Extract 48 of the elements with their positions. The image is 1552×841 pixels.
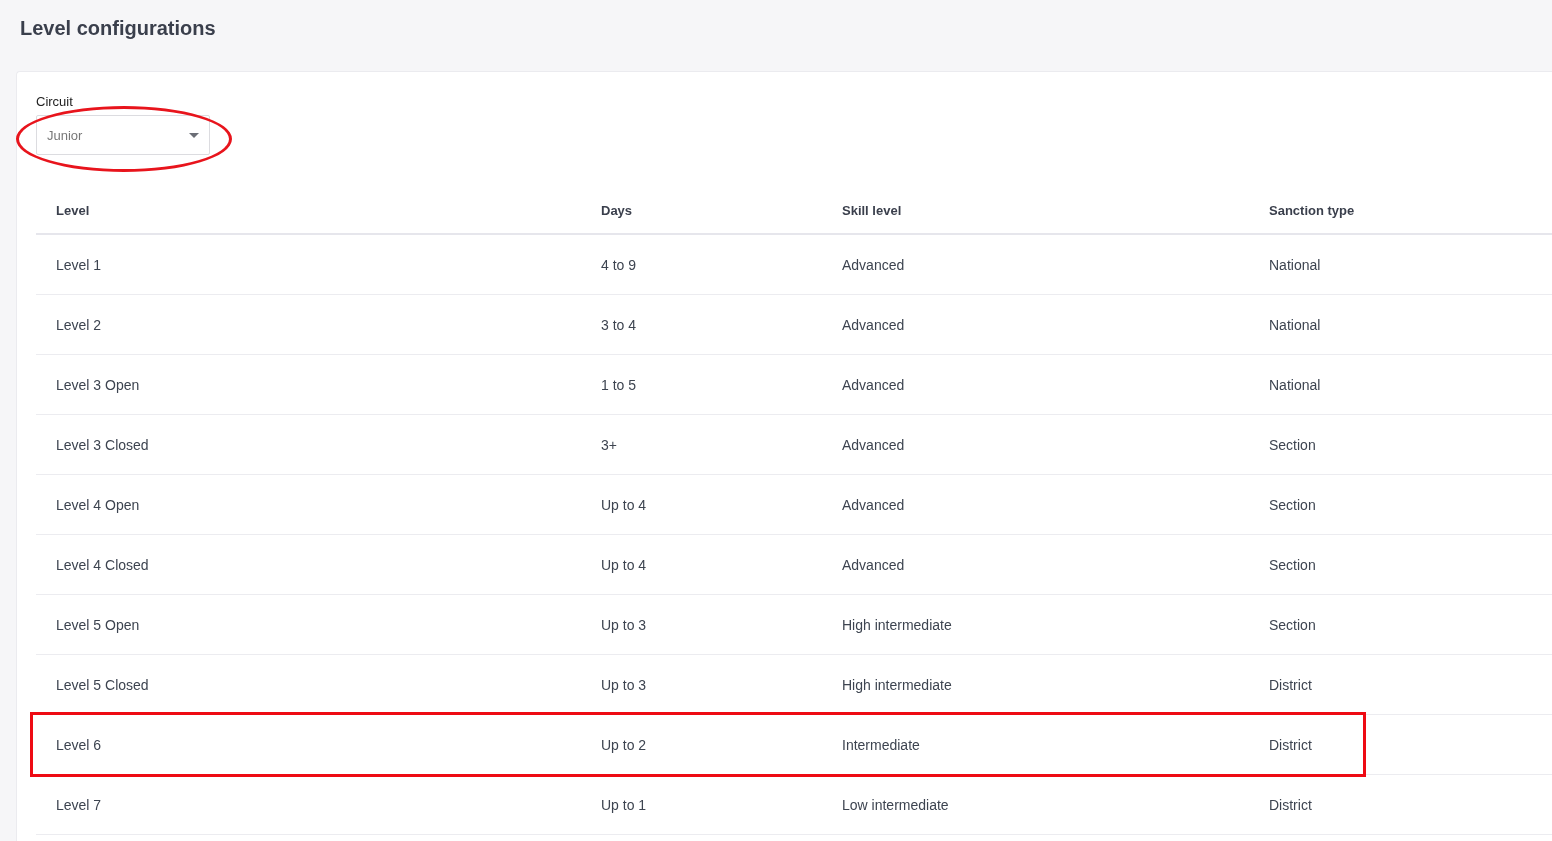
column-header: Days bbox=[600, 201, 634, 220]
field-label: Circuit bbox=[36, 94, 73, 109]
table-cell-text: Level 1 bbox=[55, 255, 103, 275]
table-cell-text: Advanced bbox=[841, 315, 906, 335]
table-cell-text: National bbox=[1268, 375, 1322, 395]
table-cell-text: Level 3 Open bbox=[55, 375, 141, 395]
table-cell-text: 1 to 5 bbox=[600, 375, 638, 395]
table-cell-text: Level 3 Closed bbox=[55, 435, 150, 455]
table-cell-text: Intermediate bbox=[841, 735, 921, 755]
table-cell-text: Level 2 bbox=[55, 315, 103, 335]
table-cell-text: Level 4 Closed bbox=[55, 555, 150, 575]
table-cell-text: Advanced bbox=[841, 555, 906, 575]
table-cell-text: Up to 4 bbox=[600, 495, 648, 515]
table-cell-text: District bbox=[1268, 675, 1313, 695]
circuit-dropdown[interactable]: Junior bbox=[36, 115, 210, 155]
column-header: Sanction type bbox=[1268, 201, 1356, 220]
table-cell-text: Level 5 Closed bbox=[55, 675, 150, 695]
table-cell-text: Level 5 Open bbox=[55, 615, 141, 635]
table-cell-text: Low intermediate bbox=[841, 795, 950, 815]
caret-icon bbox=[189, 132, 199, 138]
column-header: Skill level bbox=[841, 201, 903, 220]
table-cell-text: Level 6 bbox=[55, 735, 103, 755]
table-cell-text: National bbox=[1268, 315, 1322, 335]
table-cell-text: Section bbox=[1268, 615, 1317, 635]
table-cell-text: 3+ bbox=[600, 435, 618, 455]
table-cell-text: Section bbox=[1268, 555, 1317, 575]
table-cell-text: 4 to 9 bbox=[600, 255, 638, 275]
table-cell-text: Level 4 Open bbox=[55, 495, 141, 515]
page-title: Level configurations bbox=[19, 16, 217, 41]
table-cell-text: High intermediate bbox=[841, 675, 953, 695]
table-cell-text: Up to 2 bbox=[600, 735, 648, 755]
table-cell-text: Advanced bbox=[841, 255, 906, 275]
table-cell-text: 3 to 4 bbox=[600, 315, 638, 335]
table-cell-text: Up to 1 bbox=[600, 795, 648, 815]
table-cell-text: Level 7 bbox=[55, 795, 103, 815]
table-cell-text: National bbox=[1268, 255, 1322, 275]
table-cell-text: Section bbox=[1268, 435, 1317, 455]
table-cell-text: Advanced bbox=[841, 435, 906, 455]
table-cell-text: High intermediate bbox=[841, 615, 953, 635]
table-cell-text: Up to 3 bbox=[600, 675, 648, 695]
column-header: Level bbox=[55, 201, 91, 220]
table-cell-text: Advanced bbox=[841, 375, 906, 395]
table-cell-text: Section bbox=[1268, 495, 1317, 515]
table-cell-text: Advanced bbox=[841, 495, 906, 515]
table-cell-text: District bbox=[1268, 795, 1313, 815]
table-cell-text: District bbox=[1268, 735, 1313, 755]
table-cell-text: Up to 4 bbox=[600, 555, 648, 575]
table-cell-text: Up to 3 bbox=[600, 615, 648, 635]
